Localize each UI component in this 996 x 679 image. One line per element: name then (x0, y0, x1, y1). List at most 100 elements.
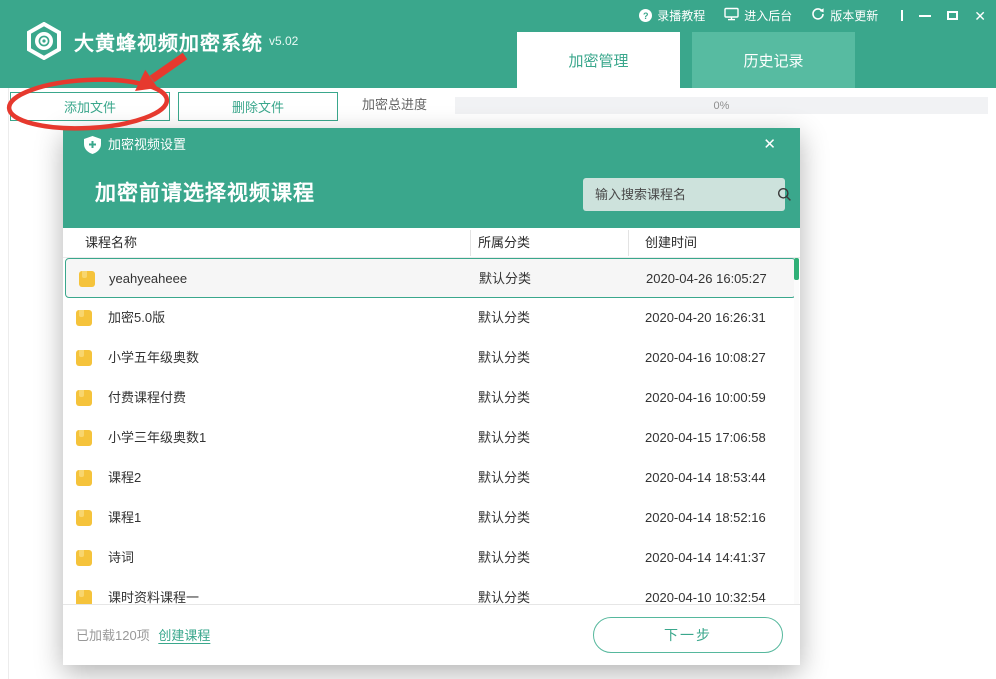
table-row[interactable]: 小学五年级奥数 默认分类 2020-04-16 10:08:27 (63, 338, 800, 378)
help-icon: ? (639, 9, 652, 22)
column-header-category: 所属分类 (478, 228, 530, 258)
column-header-name: 课程名称 (85, 228, 137, 258)
app-logo-icon (26, 22, 62, 60)
folder-icon (76, 390, 92, 406)
table-row[interactable]: yeahyeaheee 默认分类 2020-04-26 16:05:27 (65, 258, 796, 298)
dialog-close-button[interactable]: ✕ (763, 128, 776, 161)
window-edge-divider (8, 88, 9, 679)
progress-bar: 0% (455, 97, 988, 114)
course-name: 小学五年级奥数 (108, 338, 199, 378)
pin-separator-icon (901, 10, 903, 21)
dialog-hero: 加密前请选择视频课程 (63, 161, 800, 228)
search-box (583, 178, 785, 211)
course-category: 默认分类 (478, 498, 530, 538)
table-row[interactable]: 课程2 默认分类 2020-04-14 18:53:44 (63, 458, 800, 498)
header-bar: 大黄蜂视频加密系统 v5.02 ? 录播教程 进入后台 (0, 0, 996, 88)
app-version: v5.02 (269, 34, 298, 48)
course-name: 诗词 (108, 538, 134, 578)
encrypt-settings-dialog: 加密视频设置 ✕ 加密前请选择视频课程 课程名称 所属分类 创建时间 (63, 128, 800, 665)
course-table-header: 课程名称 所属分类 创建时间 (63, 228, 800, 258)
course-name: 课时资料课程一 (108, 578, 199, 604)
table-row[interactable]: 加密5.0版 默认分类 2020-04-20 16:26:31 (63, 298, 800, 338)
course-name: 付费课程付费 (108, 378, 186, 418)
maximize-button[interactable] (947, 11, 958, 20)
folder-icon (76, 510, 92, 526)
dialog-footer: 已加载120项 创建课程 下一步 (63, 604, 800, 665)
column-header-created: 创建时间 (645, 228, 697, 258)
course-category: 默认分类 (479, 259, 531, 299)
shield-plus-icon (84, 136, 101, 159)
course-category: 默认分类 (478, 378, 530, 418)
add-file-button[interactable]: 添加文件 (10, 92, 170, 121)
table-row[interactable]: 小学三年级奥数1 默认分类 2020-04-15 17:06:58 (63, 418, 800, 458)
toolbar: 添加文件 删除文件 加密总进度 0% (0, 88, 996, 122)
table-row[interactable]: 课程1 默认分类 2020-04-14 18:52:16 (63, 498, 800, 538)
course-created-time: 2020-04-14 18:52:16 (645, 498, 766, 538)
progress-value: 0% (714, 100, 730, 112)
tab-bar: 加密管理 历史记录 (517, 32, 855, 88)
folder-icon (76, 430, 92, 446)
monitor-icon (724, 7, 739, 24)
next-step-button[interactable]: 下一步 (593, 617, 783, 653)
search-icon[interactable] (777, 187, 792, 202)
table-row[interactable]: 付费课程付费 默认分类 2020-04-16 10:00:59 (63, 378, 800, 418)
minimize-button[interactable] (919, 15, 931, 17)
course-category: 默认分类 (478, 418, 530, 458)
brand: 大黄蜂视频加密系统 v5.02 (26, 22, 298, 60)
folder-icon (79, 271, 95, 287)
close-button[interactable]: ✕ (974, 9, 986, 23)
tab-encrypt-management[interactable]: 加密管理 (517, 32, 680, 88)
dialog-header: 加密视频设置 ✕ (63, 128, 800, 161)
refresh-icon (811, 7, 825, 24)
course-name: 加密5.0版 (108, 298, 165, 338)
backend-link[interactable]: 进入后台 (724, 7, 792, 24)
course-name: yeahyeaheee (109, 259, 187, 299)
course-name: 小学三年级奥数1 (108, 418, 206, 458)
table-row[interactable]: 诗词 默认分类 2020-04-14 14:41:37 (63, 538, 800, 578)
folder-icon (76, 590, 92, 604)
course-created-time: 2020-04-16 10:00:59 (645, 378, 766, 418)
tab-history[interactable]: 历史记录 (692, 32, 855, 88)
folder-icon (76, 550, 92, 566)
column-divider (470, 230, 471, 256)
loaded-count-text: 已加载120项 (76, 628, 150, 643)
course-created-time: 2020-04-16 10:08:27 (645, 338, 766, 378)
course-created-time: 2020-04-20 16:26:31 (645, 298, 766, 338)
scrollbar-thumb[interactable] (794, 258, 799, 280)
course-name: 课程2 (108, 458, 141, 498)
column-divider (628, 230, 629, 256)
tutorial-label: 录播教程 (657, 7, 705, 24)
create-course-link[interactable]: 创建课程 (158, 628, 210, 643)
table-scrollbar[interactable] (794, 258, 799, 604)
tutorial-link[interactable]: ? 录播教程 (639, 7, 705, 24)
utility-bar: ? 录播教程 进入后台 (639, 7, 986, 24)
progress-label: 加密总进度 (362, 88, 427, 122)
folder-icon (76, 350, 92, 366)
course-category: 默认分类 (478, 538, 530, 578)
course-category: 默认分类 (478, 298, 530, 338)
delete-file-button[interactable]: 删除文件 (178, 92, 338, 121)
app-window: 大黄蜂视频加密系统 v5.02 ? 录播教程 进入后台 (0, 0, 996, 679)
course-created-time: 2020-04-26 16:05:27 (646, 259, 767, 299)
update-link[interactable]: 版本更新 (811, 7, 878, 24)
dialog-title: 加密视频设置 (108, 128, 186, 161)
course-category: 默认分类 (478, 578, 530, 604)
search-input[interactable] (583, 187, 777, 202)
course-created-time: 2020-04-14 14:41:37 (645, 538, 766, 578)
folder-icon (76, 470, 92, 486)
course-created-time: 2020-04-15 17:06:58 (645, 418, 766, 458)
loaded-count: 已加载120项 创建课程 (76, 605, 210, 666)
folder-icon (76, 310, 92, 326)
course-table-body: yeahyeaheee 默认分类 2020-04-26 16:05:27 加密5… (63, 258, 800, 604)
course-name: 课程1 (108, 498, 141, 538)
app-title: 大黄蜂视频加密系统 (74, 27, 263, 56)
dialog-heading: 加密前请选择视频课程 (95, 177, 315, 207)
course-created-time: 2020-04-10 10:32:54 (645, 578, 766, 604)
course-category: 默认分类 (478, 458, 530, 498)
window-controls: ✕ (901, 9, 986, 23)
backend-label: 进入后台 (744, 7, 792, 24)
course-created-time: 2020-04-14 18:53:44 (645, 458, 766, 498)
update-label: 版本更新 (830, 7, 878, 24)
table-row[interactable]: 课时资料课程一 默认分类 2020-04-10 10:32:54 (63, 578, 800, 604)
course-category: 默认分类 (478, 338, 530, 378)
